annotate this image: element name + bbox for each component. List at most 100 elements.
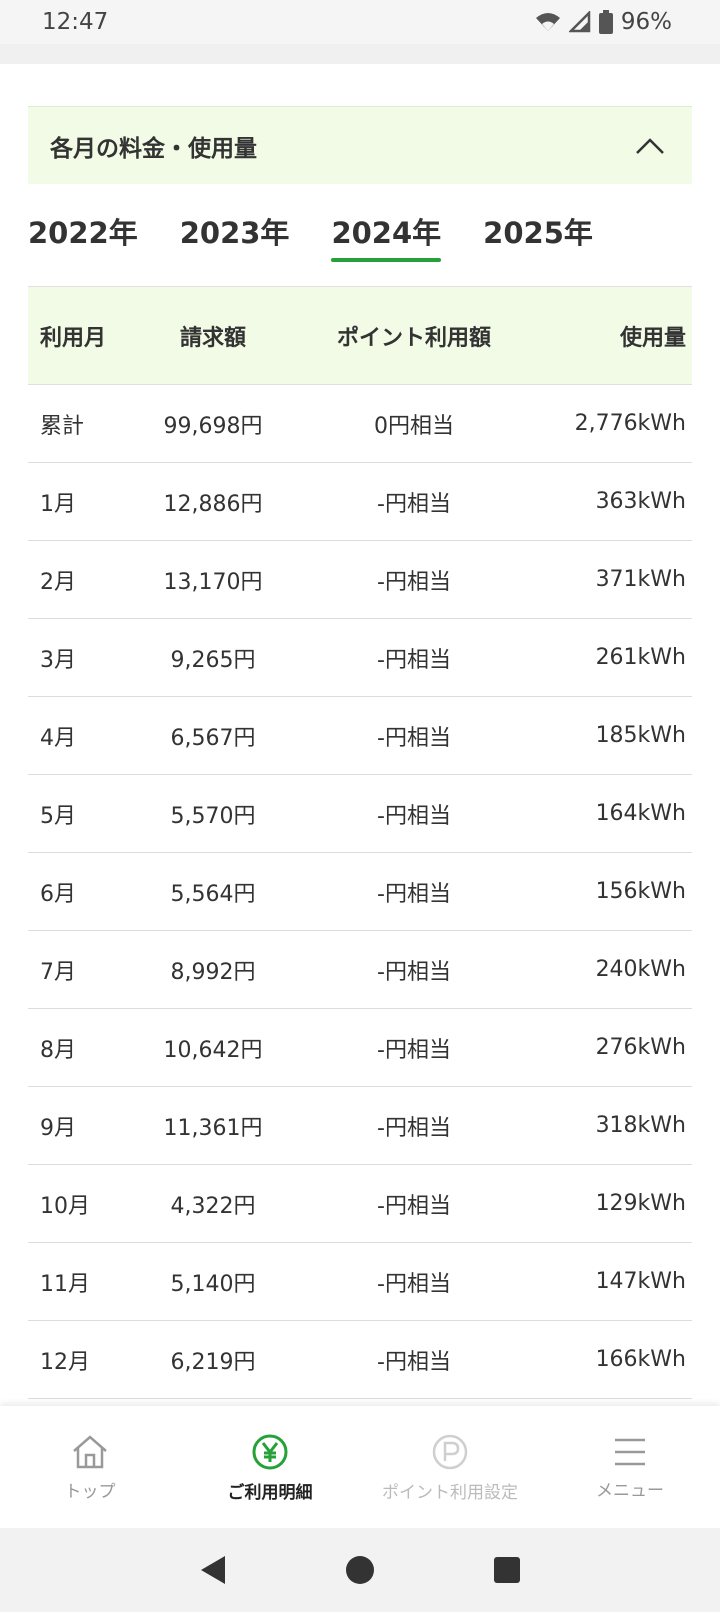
cell-usage: 166kWh bbox=[595, 1347, 686, 1372]
cell-usage: 240kWh bbox=[595, 957, 686, 982]
chevron-up-icon[interactable] bbox=[630, 126, 670, 166]
bottom-nav: トップ ご利用明細 ポイント利用設定 メニュー bbox=[0, 1406, 720, 1528]
wifi-icon bbox=[535, 13, 560, 31]
nav-menu[interactable]: メニュー bbox=[540, 1406, 720, 1528]
nav-top-label: トップ bbox=[64, 1481, 116, 1502]
table-row: 9月 11,361円 -円相当 318kWh bbox=[28, 1087, 692, 1165]
cell-month: 7月 bbox=[40, 959, 76, 985]
battery-percent: 96% bbox=[620, 9, 672, 35]
cell-usage: 164kWh bbox=[595, 801, 686, 826]
point-icon bbox=[432, 1434, 468, 1469]
top-band bbox=[0, 44, 720, 64]
cell-usage: 363kWh bbox=[595, 489, 686, 514]
header-month: 利用月 bbox=[40, 325, 107, 351]
cell-usage: 156kWh bbox=[595, 879, 686, 904]
signal-icon bbox=[568, 11, 591, 33]
table-row: 累計 99,698円 0円相当 2,776kWh bbox=[28, 385, 692, 463]
cell-usage: 129kWh bbox=[595, 1191, 686, 1216]
cell-month: 10月 bbox=[40, 1193, 90, 1219]
table-row: 4月 6,567円 -円相当 185kWh bbox=[28, 697, 692, 775]
table-row: 7月 8,992円 -円相当 240kWh bbox=[28, 931, 692, 1009]
cell-points: -円相当 bbox=[377, 1037, 451, 1063]
nav-menu-label: メニュー bbox=[596, 1480, 664, 1501]
cell-billing: 6,219円 bbox=[170, 1349, 256, 1375]
table-row: 10月 4,322円 -円相当 129kWh bbox=[28, 1165, 692, 1243]
cell-points: -円相当 bbox=[377, 569, 451, 595]
cell-month: 累計 bbox=[40, 413, 85, 439]
cell-points: -円相当 bbox=[377, 1271, 451, 1297]
tab-year-2023[interactable]: 2023年 bbox=[180, 210, 290, 262]
yen-icon bbox=[252, 1434, 288, 1469]
cell-billing: 6,567円 bbox=[170, 725, 256, 751]
nav-usage-details-label: ご利用明細 bbox=[227, 1482, 313, 1503]
table-row: 1月 12,886円 -円相当 363kWh bbox=[28, 463, 692, 541]
cell-points: -円相当 bbox=[377, 1193, 451, 1219]
year-tabs: 2022年 2023年 2024年 2025年 bbox=[28, 210, 593, 262]
cell-month: 11月 bbox=[40, 1271, 90, 1297]
cell-usage: 318kWh bbox=[595, 1113, 686, 1138]
cell-points: -円相当 bbox=[377, 959, 451, 985]
nav-usage-details[interactable]: ご利用明細 bbox=[180, 1406, 360, 1528]
cell-month: 9月 bbox=[40, 1115, 76, 1141]
cell-points: -円相当 bbox=[377, 491, 451, 517]
cell-points: -円相当 bbox=[377, 1349, 451, 1375]
home-circle-icon[interactable] bbox=[344, 1554, 376, 1586]
cell-billing: 5,570円 bbox=[170, 803, 256, 829]
cell-billing: 13,170円 bbox=[163, 569, 263, 595]
cell-usage: 2,776kWh bbox=[574, 411, 686, 436]
cell-billing: 4,322円 bbox=[170, 1193, 256, 1219]
cell-usage: 261kWh bbox=[595, 645, 686, 670]
table-row: 8月 10,642円 -円相当 276kWh bbox=[28, 1009, 692, 1087]
cell-usage: 371kWh bbox=[595, 567, 686, 592]
cell-billing: 8,992円 bbox=[170, 959, 256, 985]
status-icons: 96% bbox=[535, 9, 672, 35]
status-time: 12:47 bbox=[42, 9, 109, 35]
cell-points: -円相当 bbox=[377, 1115, 451, 1141]
table-row: 6月 5,564円 -円相当 156kWh bbox=[28, 853, 692, 931]
header-usage: 使用量 bbox=[619, 325, 686, 351]
cell-month: 2月 bbox=[40, 569, 76, 595]
accordion-title: 各月の料金・使用量 bbox=[50, 135, 257, 162]
table-row: 11月 5,140円 -円相当 147kWh bbox=[28, 1243, 692, 1321]
recents-icon[interactable] bbox=[491, 1554, 523, 1586]
table-row: 2月 13,170円 -円相当 371kWh bbox=[28, 541, 692, 619]
nav-point-settings[interactable]: ポイント利用設定 bbox=[360, 1406, 540, 1528]
menu-icon bbox=[615, 1438, 645, 1465]
cell-usage: 276kWh bbox=[595, 1035, 686, 1060]
battery-icon bbox=[598, 10, 613, 34]
tab-year-2024[interactable]: 2024年 bbox=[331, 210, 441, 262]
monthly-fee-accordion[interactable]: 各月の料金・使用量 bbox=[28, 106, 692, 184]
cell-points: -円相当 bbox=[377, 647, 451, 673]
cell-month: 4月 bbox=[40, 725, 76, 751]
cell-points: -円相当 bbox=[377, 803, 451, 829]
cell-billing: 99,698円 bbox=[163, 413, 263, 439]
nav-top[interactable]: トップ bbox=[0, 1406, 180, 1528]
cell-billing: 5,140円 bbox=[170, 1271, 256, 1297]
cell-usage: 147kWh bbox=[595, 1269, 686, 1294]
tab-year-2022[interactable]: 2022年 bbox=[28, 210, 138, 262]
cell-month: 5月 bbox=[40, 803, 76, 829]
usage-table: 利用月 請求額 ポイント利用額 使用量 累計 99,698円 0円相当 2,77… bbox=[28, 286, 692, 1399]
cell-month: 3月 bbox=[40, 647, 76, 673]
cell-month: 12月 bbox=[40, 1349, 90, 1375]
cell-billing: 11,361円 bbox=[163, 1115, 263, 1141]
status-bar: 12:47 96% bbox=[0, 0, 720, 44]
cell-billing: 9,265円 bbox=[170, 647, 256, 673]
header-billing: 請求額 bbox=[179, 325, 246, 351]
back-icon[interactable] bbox=[197, 1554, 229, 1586]
nav-point-settings-label: ポイント利用設定 bbox=[382, 1482, 518, 1503]
cell-points: 0円相当 bbox=[374, 413, 454, 439]
table-header: 利用月 請求額 ポイント利用額 使用量 bbox=[28, 287, 692, 385]
cell-billing: 5,564円 bbox=[170, 881, 256, 907]
cell-usage: 185kWh bbox=[595, 723, 686, 748]
table-row: 12月 6,219円 -円相当 166kWh bbox=[28, 1321, 692, 1399]
tab-year-2025[interactable]: 2025年 bbox=[483, 210, 593, 262]
table-row: 3月 9,265円 -円相当 261kWh bbox=[28, 619, 692, 697]
system-nav-bar bbox=[0, 1528, 720, 1612]
cell-month: 8月 bbox=[40, 1037, 76, 1063]
cell-month: 6月 bbox=[40, 881, 76, 907]
home-icon bbox=[73, 1434, 107, 1468]
cell-points: -円相当 bbox=[377, 881, 451, 907]
cell-billing: 12,886円 bbox=[163, 491, 263, 517]
table-row: 5月 5,570円 -円相当 164kWh bbox=[28, 775, 692, 853]
